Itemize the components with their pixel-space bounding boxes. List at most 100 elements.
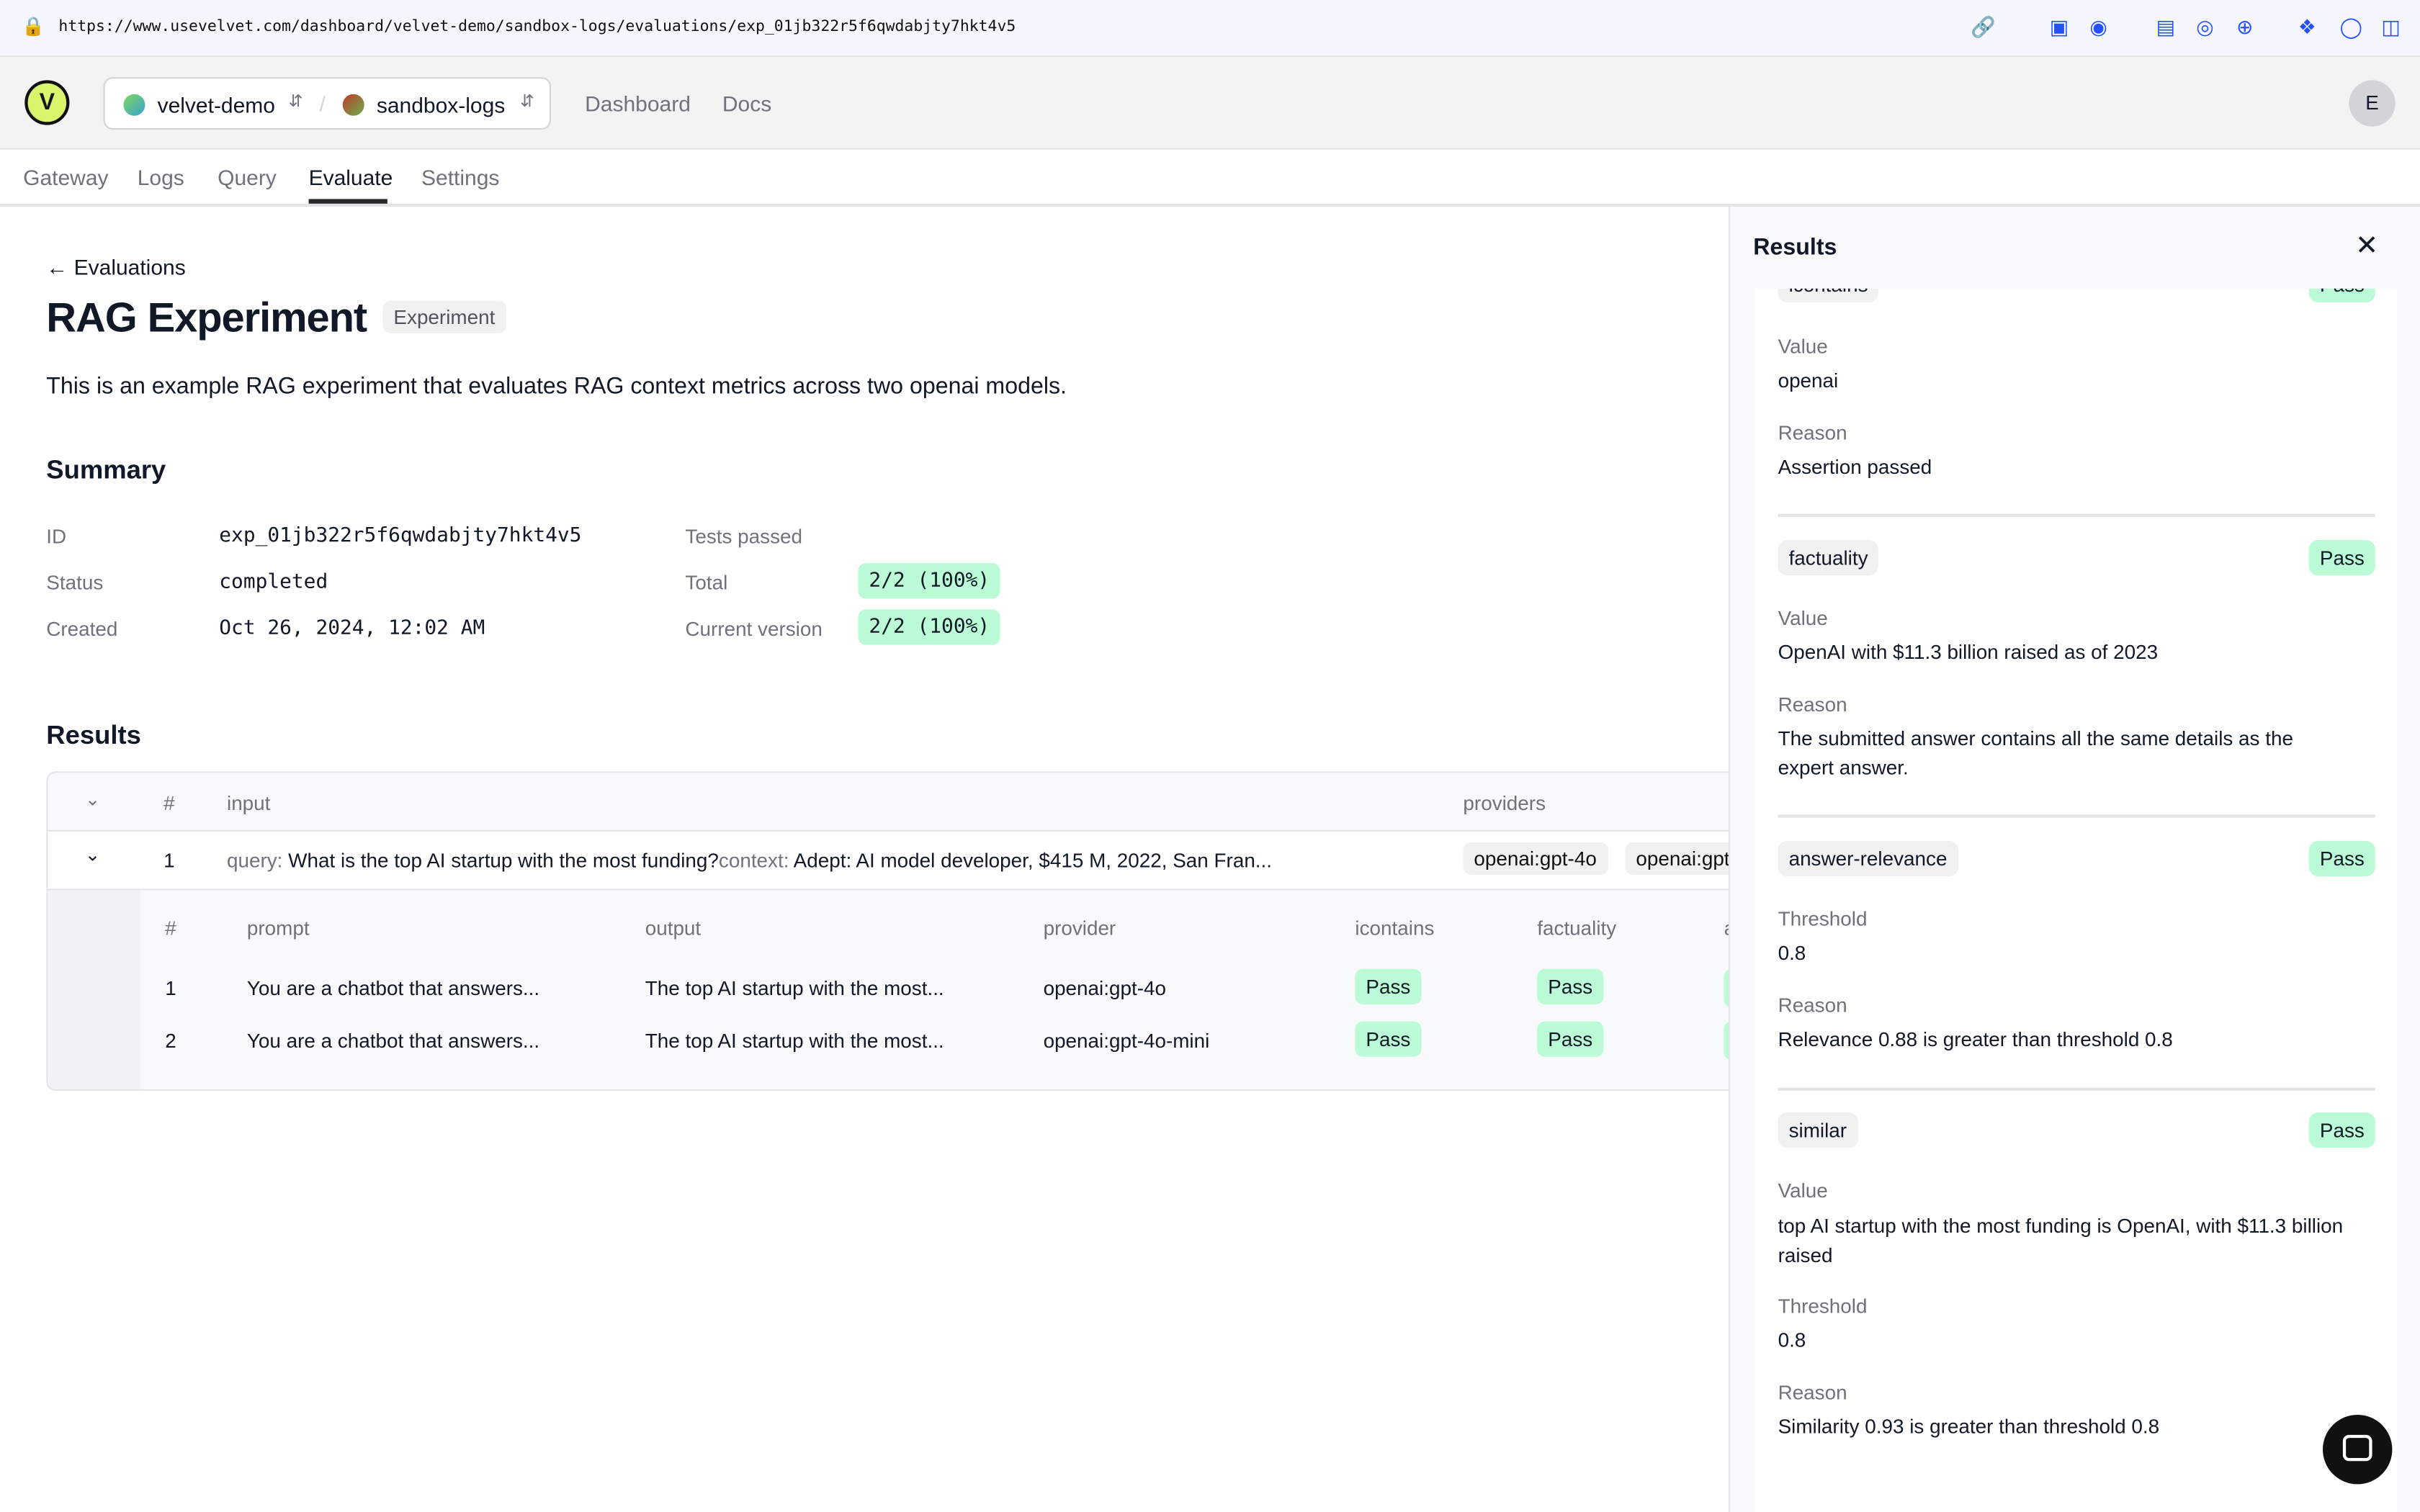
chat-icon (2342, 1434, 2372, 1462)
assertion-tag-icontains: icontains (1778, 288, 1879, 302)
table-row[interactable]: ⌄ 1 query: What is the top AI startup wi… (48, 832, 1743, 891)
status-value: completed (219, 570, 328, 594)
user-avatar[interactable]: E (2349, 80, 2396, 127)
summary-heading: Summary (46, 455, 166, 485)
current-version-badge: 2/2 (100%) (858, 609, 1001, 645)
results-panel: Results ✕ icontains Pass Value openai Re… (1729, 207, 2420, 1512)
query-text: What is the top AI startup with the most… (282, 848, 719, 872)
crosshair-icon[interactable]: ⊕ (2236, 15, 2253, 40)
tab-gateway[interactable]: Gateway (23, 165, 108, 189)
nav-docs[interactable]: Docs (722, 91, 771, 115)
link-icon[interactable]: 🔗 (1971, 15, 1996, 40)
project-switcher[interactable]: velvet-demo ⇵ / sandbox-logs ⇵ (103, 77, 552, 130)
sub-row-prompt: You are a chatbot that answers... (246, 976, 540, 1000)
factuality-pass-badge[interactable]: Pass (1537, 968, 1604, 1004)
results-table: ⌄ # input providers ⌄ 1 query: What is t… (46, 771, 1744, 1091)
terminal-icon[interactable]: ▤ (2156, 15, 2175, 40)
sub-row[interactable]: 2 You are a chatbot that answers... The … (140, 1017, 1743, 1066)
reason-label: Reason (1778, 1380, 1847, 1404)
sub-col-number: # (165, 916, 176, 940)
active-tab-indicator (308, 199, 387, 204)
divider (1778, 513, 2375, 517)
extension-icon[interactable]: ❖ (2298, 15, 2316, 40)
id-label: ID (46, 524, 67, 548)
chevron-updown-icon[interactable]: ⇵ (289, 91, 303, 112)
col-providers: providers (1463, 791, 1546, 815)
reason-label: Reason (1778, 421, 1847, 445)
top-header: V velvet-demo ⇵ / sandbox-logs ⇵ Dashboa… (0, 57, 2420, 150)
reason-text: Similarity 0.93 is greater than threshol… (1778, 1414, 2160, 1439)
velvet-logo[interactable]: V (24, 80, 70, 125)
page-description: This is an example RAG experiment that e… (46, 373, 1067, 400)
threshold-value: 0.8 (1778, 941, 1806, 965)
tests-passed-label: Tests passed (685, 524, 803, 548)
icontains-pass-badge[interactable]: Pass (1355, 1021, 1422, 1057)
divider (1778, 814, 2375, 818)
tab-logs[interactable]: Logs (138, 165, 184, 189)
org-avatar-icon (123, 94, 145, 116)
screenshot-icon[interactable]: ▣ (2050, 15, 2069, 40)
row-number: 1 (163, 848, 175, 872)
results-card[interactable]: icontains Pass Value openai Reason Asser… (1754, 288, 2397, 1512)
pass-badge: Pass (2308, 1112, 2375, 1148)
project-name[interactable]: sandbox-logs (377, 93, 505, 117)
created-label: Created (46, 617, 118, 641)
panel-title: Results (1753, 234, 1837, 261)
threshold-label: Threshold (1778, 907, 1868, 931)
col-number: # (163, 791, 175, 815)
col-input: input (227, 791, 271, 815)
tab-bar: Gateway Logs Query Evaluate Settings (0, 150, 2420, 207)
value-label: Value (1778, 606, 1828, 630)
back-link[interactable]: ← Evaluations (46, 255, 185, 279)
password-icon[interactable]: ◯ (2340, 15, 2362, 40)
id-value: exp_01jb322r5f6qwdabjty7hkt4v5 (219, 524, 582, 548)
sub-row-output: The top AI startup with the most... (645, 976, 944, 1000)
pass-badge: Pass (2308, 840, 2375, 877)
camera-icon[interactable]: ◉ (2089, 15, 2107, 40)
tab-evaluate[interactable]: Evaluate (309, 165, 393, 189)
nav-dashboard[interactable]: Dashboard (585, 91, 691, 115)
pass-badge: Pass (2308, 540, 2375, 576)
globe-icon[interactable]: ◎ (2196, 15, 2213, 40)
close-icon[interactable]: ✕ (2355, 230, 2378, 262)
chevron-updown-icon[interactable]: ⇵ (520, 91, 534, 112)
icontains-pass-badge[interactable]: Pass (1355, 968, 1422, 1004)
total-badge: 2/2 (100%) (858, 563, 1001, 599)
project-avatar-icon (342, 94, 364, 116)
sidebar-icon[interactable]: ◫ (2381, 15, 2400, 40)
sub-row-number: 2 (165, 1029, 176, 1053)
sub-table: # prompt output provider icontains factu… (140, 890, 1743, 1089)
context-text: Adept: AI model developer, $415 M, 2022,… (789, 848, 1273, 872)
type-badge: Experiment (382, 300, 506, 333)
reason-text: The submitted answer contains all the sa… (1778, 726, 2293, 780)
collapse-all-icon[interactable]: ⌄ (85, 788, 101, 810)
sub-col-prompt: prompt (246, 916, 310, 940)
sub-col-provider: provider (1043, 916, 1116, 940)
url-text[interactable]: https://www.usevelvet.com/dashboard/velv… (58, 19, 1016, 36)
chat-button[interactable] (2323, 1414, 2393, 1485)
sub-row[interactable]: 1 You are a chatbot that answers... The … (140, 964, 1743, 1014)
reason-text: Assertion passed (1778, 455, 1932, 479)
row-input: query: What is the top AI startup with t… (227, 849, 1272, 872)
value-text: OpenAI with $11.3 billion raised as of 2… (1778, 640, 2159, 664)
tab-query[interactable]: Query (218, 165, 277, 189)
sub-row-provider: openai:gpt-4o-mini (1043, 1029, 1210, 1053)
context-label: context: (718, 848, 789, 872)
back-link-label: Evaluations (73, 254, 186, 279)
value-label: Value (1778, 1179, 1828, 1202)
browser-url-bar[interactable]: 🔒 https://www.usevelvet.com/dashboard/ve… (0, 0, 2420, 58)
total-label: Total (685, 570, 728, 594)
indent-gutter (48, 890, 141, 1089)
reason-label: Reason (1778, 693, 1847, 716)
results-heading: Results (46, 720, 141, 750)
org-name[interactable]: velvet-demo (158, 93, 275, 117)
divider (1778, 1087, 2375, 1091)
table-header: ⌄ # input providers (48, 773, 1743, 832)
factuality-pass-badge[interactable]: Pass (1537, 1021, 1604, 1057)
lock-icon: 🔒 (22, 15, 45, 37)
sub-row-output: The top AI startup with the most... (645, 1029, 944, 1053)
sub-row-number: 1 (165, 976, 176, 1000)
tab-settings[interactable]: Settings (421, 165, 499, 189)
assertion-tag-factuality: factuality (1778, 540, 1879, 576)
chevron-down-icon[interactable]: ⌄ (85, 844, 101, 865)
